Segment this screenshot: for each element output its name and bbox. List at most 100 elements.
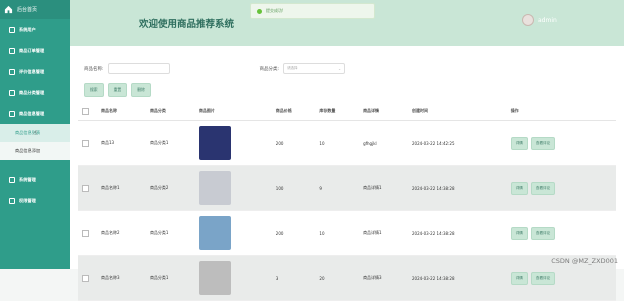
doc-icon bbox=[9, 89, 15, 96]
cell-stock: 10 bbox=[315, 210, 360, 256]
table-row: 商品名称1 商品分类2 100 9 商品详情1 2024-03-22 14:38… bbox=[78, 165, 616, 211]
checkbox[interactable] bbox=[82, 184, 89, 192]
sidebar-item-label: 商品信息管理 bbox=[19, 110, 45, 116]
cell-image bbox=[194, 255, 272, 301]
cell-price: 3 bbox=[271, 255, 316, 301]
detail-button[interactable]: 详情 bbox=[510, 226, 528, 240]
sidebar-item-system[interactable]: 系统管理 bbox=[0, 169, 70, 190]
search-button[interactable]: 搜索 bbox=[84, 83, 104, 97]
cell-stock: 10 bbox=[315, 120, 360, 166]
col-image: 商品图片 bbox=[194, 102, 272, 121]
cell-name: 商品名称1 bbox=[97, 165, 146, 211]
checkbox[interactable] bbox=[82, 274, 89, 282]
row-select[interactable] bbox=[78, 120, 97, 166]
cell-name: 商品13 bbox=[97, 120, 146, 166]
col-time[interactable]: 创建时间 bbox=[408, 102, 507, 121]
cell-ops: 详情 查看评论 bbox=[506, 210, 616, 256]
table-header: 商品名称 商品分类 商品图片 商品价格 库存数量 商品详情 创建时间 操作 bbox=[78, 102, 616, 121]
category-placeholder: 请选择 bbox=[287, 66, 298, 70]
table-row: 商品名称3 商品分类1 3 20 商品详情3 2024-03-22 14:38:… bbox=[78, 255, 616, 301]
cell-detail: 商品详情3 bbox=[359, 255, 408, 301]
cell-detail: 商品详情1 bbox=[359, 210, 408, 256]
cell-stock: 9 bbox=[315, 165, 360, 211]
detail-button[interactable]: 详情 bbox=[510, 136, 528, 150]
main-content: 商品名称: 商品分类: 请选择 ⌄ 搜索 重置 删除 商品名称 商品分类 商品图片… bbox=[70, 46, 624, 301]
view-reviews-button[interactable]: 查看评论 bbox=[530, 181, 556, 195]
page-title: 欢迎使用商品推荐系统 bbox=[139, 19, 235, 30]
cell-time: 2024-03-22 14:38:28 bbox=[408, 210, 507, 256]
brand-label: 后台首页 bbox=[17, 7, 38, 13]
checkbox[interactable] bbox=[82, 107, 89, 115]
sidebar-item-label: 系统管理 bbox=[19, 176, 36, 182]
success-toast: 提交成功! bbox=[250, 3, 375, 19]
row-select[interactable] bbox=[78, 255, 97, 301]
cell-detail: 商品详情1 bbox=[359, 165, 408, 211]
col-stock: 库存数量 bbox=[315, 102, 360, 121]
sidebar-item-label: 商品订单管理 bbox=[19, 47, 45, 53]
username: admin bbox=[538, 16, 557, 24]
cell-category: 商品分类1 bbox=[145, 255, 195, 301]
product-image bbox=[198, 216, 231, 250]
cell-price: 100 bbox=[271, 165, 316, 211]
col-detail: 商品详情 bbox=[359, 102, 408, 121]
cell-image bbox=[194, 165, 272, 211]
doc-icon bbox=[9, 68, 15, 75]
sidebar-subitem-label: 商品信息添加 bbox=[15, 148, 41, 153]
table-row: 商品13 商品分类1 200 10 gfhgjkl 2024-03-22 14:… bbox=[78, 120, 616, 166]
sidebar-subitem-product-add[interactable]: 商品信息添加 bbox=[0, 142, 70, 160]
cell-ops: 详情 查看评论 bbox=[506, 165, 616, 211]
cell-name: 商品名称2 bbox=[97, 210, 146, 256]
search-bar: 商品名称: 商品分类: 请选择 ⌄ bbox=[84, 63, 346, 74]
category-label: 商品分类: bbox=[259, 66, 280, 72]
sidebar-item-categories[interactable]: 商品分类管理 bbox=[0, 82, 70, 103]
sidebar-subitem-product-list[interactable]: 商品信息列表 ☝ bbox=[0, 124, 70, 142]
sidebar-item-permissions[interactable]: 权限管理 bbox=[0, 190, 70, 211]
view-reviews-button[interactable]: 查看评论 bbox=[530, 226, 556, 240]
select-all[interactable] bbox=[78, 102, 97, 121]
lock-icon bbox=[9, 197, 15, 204]
detail-button[interactable]: 详情 bbox=[510, 181, 528, 195]
cell-time: 2024-03-22 14:38:28 bbox=[408, 255, 507, 301]
sidebar-item-reviews[interactable]: 评价信息管理 bbox=[0, 61, 70, 82]
sidebar: 后台首页 系统用户 商品订单管理 评价信息管理 商品分类管理 商品信息管理 商品… bbox=[0, 0, 70, 269]
gear-icon bbox=[9, 26, 15, 33]
row-select[interactable] bbox=[78, 165, 97, 211]
row-select[interactable] bbox=[78, 210, 97, 256]
view-reviews-button[interactable]: 查看评论 bbox=[530, 136, 556, 150]
user-menu[interactable]: admin bbox=[522, 14, 557, 26]
product-name-input[interactable] bbox=[107, 63, 170, 74]
col-ops: 操作 bbox=[506, 102, 616, 121]
sidebar-item-label: 权限管理 bbox=[19, 197, 36, 203]
cell-ops: 详情 查看评论 bbox=[506, 120, 616, 166]
checkbox[interactable] bbox=[82, 139, 89, 147]
cell-stock: 20 bbox=[315, 255, 360, 301]
detail-button[interactable]: 详情 bbox=[510, 271, 528, 285]
header: 欢迎使用商品推荐系统 提交成功! admin bbox=[70, 0, 624, 46]
cell-image bbox=[194, 120, 272, 166]
name-label: 商品名称: bbox=[84, 66, 104, 72]
cell-name: 商品名称3 bbox=[97, 255, 146, 301]
brand[interactable]: 后台首页 bbox=[0, 0, 70, 19]
delete-button[interactable]: 删除 bbox=[131, 83, 151, 97]
cell-category: 商品分类2 bbox=[145, 165, 195, 211]
sidebar-item-orders[interactable]: 商品订单管理 bbox=[0, 40, 70, 61]
cursor-icon: ☝ bbox=[33, 129, 38, 137]
cell-category: 商品分类1 bbox=[145, 210, 195, 256]
category-select[interactable]: 请选择 ⌄ bbox=[283, 63, 346, 74]
view-reviews-button[interactable]: 查看评论 bbox=[530, 271, 556, 285]
grid-icon bbox=[9, 176, 15, 183]
cell-image bbox=[194, 210, 272, 256]
cell-time: 2024-03-22 14:38:28 bbox=[408, 165, 507, 211]
box-icon bbox=[9, 110, 15, 117]
checkbox[interactable] bbox=[82, 229, 89, 237]
sidebar-item-label: 评价信息管理 bbox=[19, 68, 45, 74]
cell-detail: gfhgjkl bbox=[359, 120, 408, 166]
reset-button[interactable]: 重置 bbox=[107, 83, 128, 97]
sidebar-item-label: 系统用户 bbox=[19, 26, 36, 32]
cell-price: 200 bbox=[271, 210, 316, 256]
sidebar-item-users[interactable]: 系统用户 bbox=[0, 19, 70, 40]
sidebar-item-products[interactable]: 商品信息管理 bbox=[0, 103, 70, 124]
list-icon bbox=[9, 47, 15, 54]
cell-category: 商品分类1 bbox=[145, 120, 195, 166]
